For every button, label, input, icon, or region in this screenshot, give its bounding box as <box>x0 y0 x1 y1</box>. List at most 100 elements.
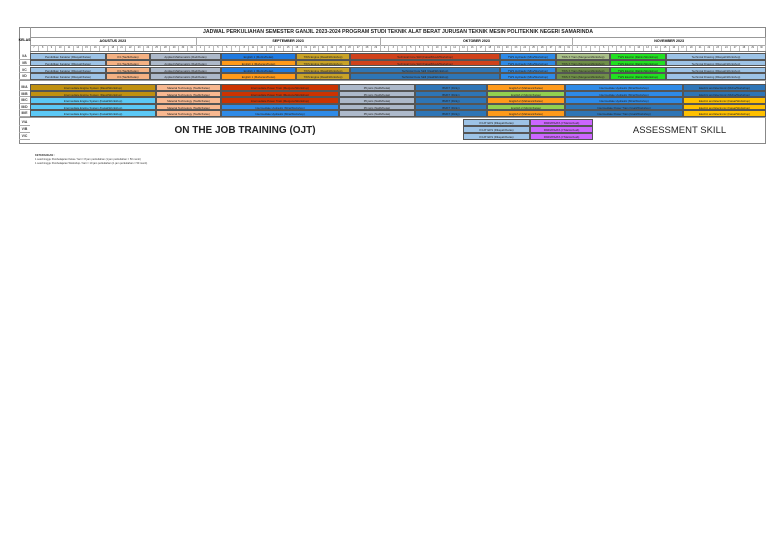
day-cell: 28 <box>161 45 171 51</box>
day-cell: 20 <box>503 45 513 51</box>
day-cell: 8 <box>240 45 250 51</box>
day-cell: 24 <box>521 45 530 51</box>
course-block: English 2 (Maharani/Kelas) <box>487 110 565 117</box>
day-cell: 13 <box>267 45 276 51</box>
day-cell: 4 <box>205 45 215 51</box>
day-cell: 29 <box>170 45 180 51</box>
day-cell: 13 <box>460 45 469 51</box>
day-cell: 2 <box>582 45 591 51</box>
class-label: V/C <box>19 133 30 140</box>
day-cell: 22 <box>126 45 136 51</box>
course-block: K3 (Taufik/Kelas) <box>106 73 150 80</box>
day-cell: 16 <box>670 45 679 51</box>
day-cell: 16 <box>91 45 101 51</box>
course-block: TWS Electric (Rahim/Workshop) <box>610 73 666 80</box>
month-header: OKTOBER 2023 <box>381 38 574 45</box>
day-cell: 30 <box>758 45 767 51</box>
day-cell: 13 <box>644 45 653 51</box>
day-cell: 19 <box>495 45 504 51</box>
course-block: PARIWISATA (Y.Martori/Lab) <box>530 126 593 133</box>
day-cell: 18 <box>486 45 495 51</box>
day-cell: 10 <box>433 45 442 51</box>
day-cell: 17 <box>679 45 688 51</box>
day-cell: 23 <box>512 45 521 51</box>
day-cell: 5 <box>407 45 416 51</box>
day-header-row: 7 8 9 10 11 14 15 16 17 18 21 22 23 24 25 28 29 30 31 1 4 5 6 7… <box>30 45 767 52</box>
day-cell: 27 <box>547 45 556 51</box>
day-cell: 16 <box>468 45 478 51</box>
day-cell: 15 <box>661 45 670 51</box>
day-cell: 25 <box>337 45 346 51</box>
day-cell: 17 <box>477 45 486 51</box>
day-cell: 24 <box>722 45 732 51</box>
day-cell: 10 <box>635 45 644 51</box>
day-cell: 26 <box>346 45 355 51</box>
course-block: Intermediate Power Train (Usali/Workshop… <box>565 110 683 117</box>
day-cell: 3 <box>591 45 600 51</box>
month-header: AGUSTUS 2023 <box>30 38 197 45</box>
day-cell: 15 <box>284 45 293 51</box>
day-cell: 1 <box>197 45 206 51</box>
course-block: PARIWISATA (Y.Martori/Lab) <box>530 119 593 126</box>
course-block: TWS Hydraulic (Mira/Workshop) <box>500 73 556 80</box>
day-cell: 18 <box>293 45 302 51</box>
class-label: V/A <box>19 119 30 126</box>
course-block: TWS X Train (Mergono/Workshop) <box>556 73 610 80</box>
notes: KETERANGAN : 1 sesi/minggu Pembelajaran … <box>35 154 147 166</box>
day-cell: 24 <box>144 45 153 51</box>
course-block: Electric and Electronic (Faisal/Workshop… <box>683 110 766 117</box>
course-block: Intermediate Hydraulic (Mira/Workshop) <box>221 110 339 117</box>
page-title: JADWAL PERKULIAHAN SEMESTER GANJIL 2023-… <box>30 28 766 38</box>
course-block: BMKT (Rizky) <box>415 110 487 117</box>
day-cell: 28 <box>363 45 372 51</box>
day-cell: 12 <box>451 45 460 51</box>
day-cell: 7 <box>232 45 241 51</box>
day-cell: 4 <box>398 45 407 51</box>
course-block: Physics (Nalib/Kelas) <box>339 110 415 117</box>
day-cell: 2 <box>381 45 390 51</box>
course-block: K3 AT EKS (Rikayah/Kelas) <box>463 133 530 140</box>
course-block: PARIWISATA (Y.Martori/Lab) <box>530 133 593 140</box>
note-line: 1 sesi/minggu Pembelajaran Workshop / ha… <box>35 162 148 165</box>
day-cell: 14 <box>652 45 662 51</box>
day-cell: 11 <box>442 45 451 51</box>
class-label: V/B <box>19 126 30 133</box>
course-block: Pendidikan Karakter (Rikayah/Kelas) <box>30 73 106 80</box>
day-cell: 22 <box>328 45 337 51</box>
course-block: Intermediate Engine System (Faisal/Works… <box>30 110 156 117</box>
day-cell: 7 <box>609 45 618 51</box>
course-block: TWS Hydraulic (Mira/Workshop) <box>500 59 556 66</box>
class-label: I/D <box>19 73 30 80</box>
divider <box>19 80 766 81</box>
day-cell: 29 <box>372 45 381 51</box>
day-cell: 6 <box>416 45 425 51</box>
day-cell: 21 <box>319 45 329 51</box>
day-cell: 8 <box>617 45 627 51</box>
day-cell: 10 <box>56 45 66 51</box>
course-block: Technical Drawing (Rikayah/Workshop) <box>666 59 766 66</box>
day-cell: 9 <box>626 45 635 51</box>
month-header: NOVEMBER 2023 <box>573 38 767 45</box>
course-block: Applied Mathematics (Rudi/Kelas) <box>150 73 221 80</box>
day-cell: 15 <box>83 45 92 51</box>
day-cell: 5 <box>214 45 223 51</box>
course-block: Technical Core Skill (Faisal/Rusdi/Works… <box>350 59 500 66</box>
day-cell: 17 <box>100 45 109 51</box>
class-label: III/E <box>19 110 30 117</box>
day-cell: 25 <box>153 45 162 51</box>
course-block: Pendidikan Karakter (Rikayah/Kelas) <box>30 59 106 66</box>
course-block: English 1 (Maharani/Kelas) <box>221 73 296 80</box>
course-block: English 1 (Maharani/Kelas) <box>221 59 296 66</box>
day-cell: 20 <box>311 45 320 51</box>
day-cell: 27 <box>731 45 741 51</box>
day-cell: 23 <box>135 45 144 51</box>
course-block: TWS Engine (Rasid/Workshop) <box>296 59 350 66</box>
day-cell: 26 <box>538 45 548 51</box>
day-cell: 21 <box>696 45 705 51</box>
day-cell: 9 <box>48 45 57 51</box>
day-cell: 11 <box>65 45 74 51</box>
day-cell: 28 <box>740 45 749 51</box>
course-block: TWS Electric (Rahim/Workshop) <box>610 59 666 66</box>
course-block: K3 AT EKS (Rikayah/Kelas) <box>463 119 530 126</box>
ojt-label: ON THE JOB TRAINING (OJT) <box>174 124 316 136</box>
